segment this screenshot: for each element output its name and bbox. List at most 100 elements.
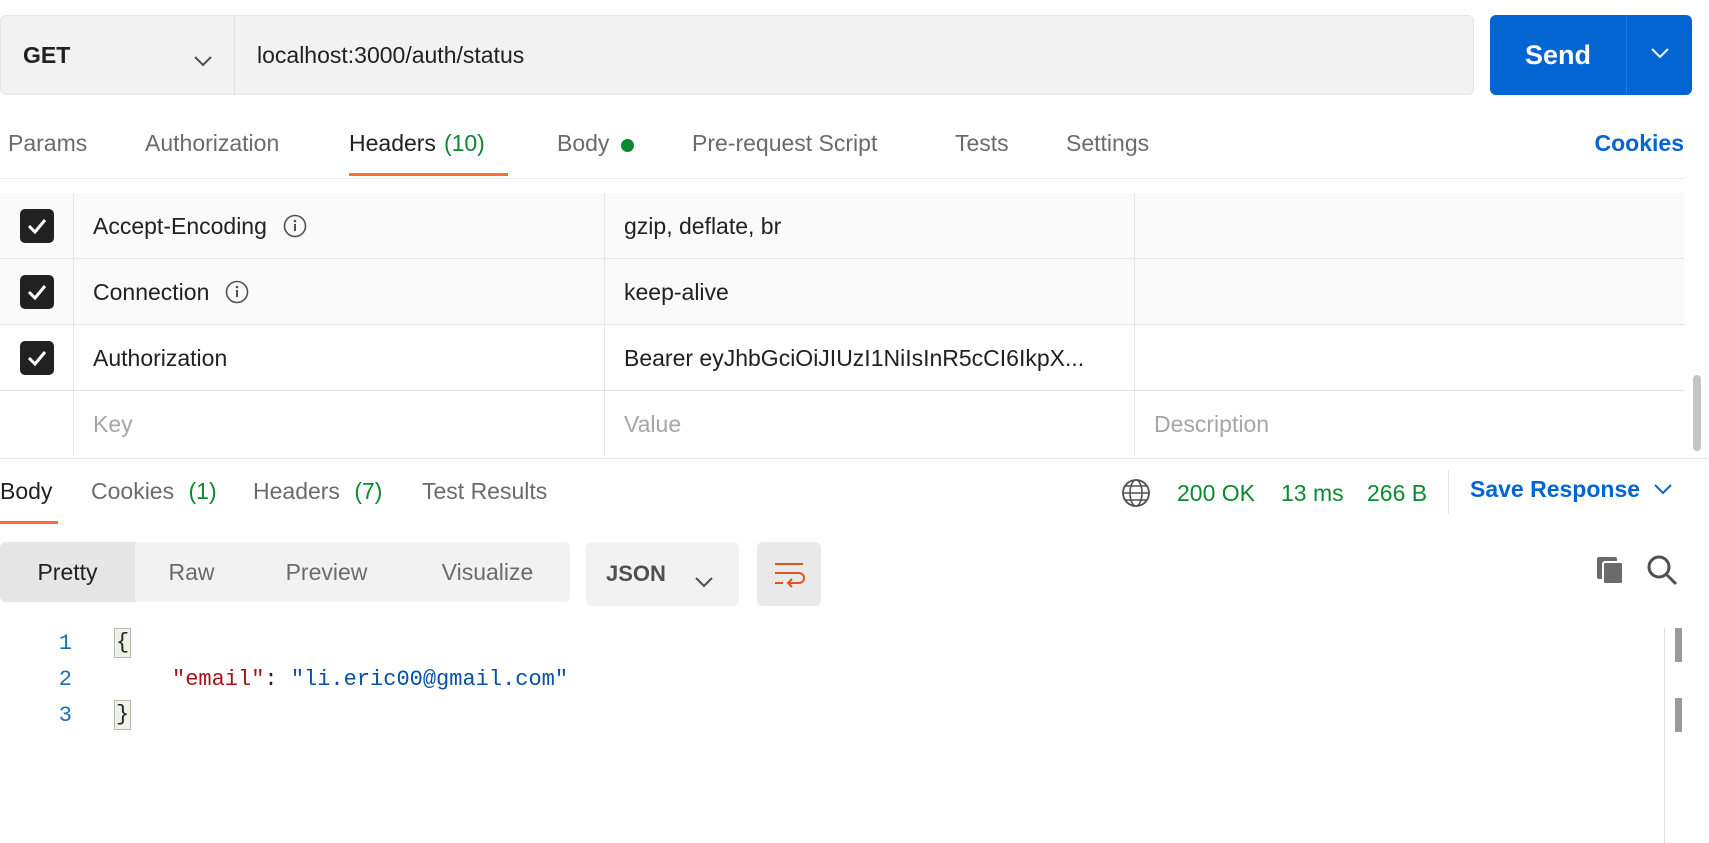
tab-response-body[interactable]: Body xyxy=(0,470,58,524)
scroll-marker xyxy=(1675,628,1682,662)
header-key-text: Accept-Encoding xyxy=(93,212,267,239)
line-number: 2 xyxy=(58,666,72,692)
cookies-link[interactable]: Cookies xyxy=(1595,130,1684,157)
send-button-group: Send xyxy=(1490,15,1692,95)
check-icon xyxy=(27,219,46,235)
tab-label: Body xyxy=(557,130,610,156)
status-code[interactable]: 200 OK xyxy=(1177,476,1255,510)
tab-count: (10) xyxy=(443,130,485,156)
tab-label: Headers xyxy=(349,130,436,156)
tab-label: Body xyxy=(0,478,53,504)
tab-authorization[interactable]: Authorization xyxy=(145,120,279,176)
tab-label: Cookies xyxy=(91,478,175,504)
header-description[interactable] xyxy=(1135,325,1684,391)
request-tabs: Params Authorization Headers (10) Body P… xyxy=(0,120,1709,176)
row-checkbox[interactable] xyxy=(19,275,54,309)
scroll-marker xyxy=(1675,698,1682,732)
chevron-down-icon xyxy=(194,46,212,73)
response-size[interactable]: 266 B xyxy=(1367,476,1427,510)
tab-label: Test Results xyxy=(422,478,548,504)
response-body-code[interactable]: 1 { 2 "email" : "li.eric00@gmail.com" 3 … xyxy=(0,625,1670,843)
headers-table: Accept-Encoding gzip, deflate, br Connec… xyxy=(0,178,1684,458)
wrap-lines-icon xyxy=(775,563,805,588)
tab-tests[interactable]: Tests xyxy=(955,120,1009,176)
view-mode-pretty[interactable]: Pretty xyxy=(0,542,135,602)
row-checkbox-cell xyxy=(0,259,74,325)
format-label: JSON xyxy=(606,561,666,586)
postman-request-view: GET localhost:3000/auth/status Send Para… xyxy=(0,0,1709,843)
url-input[interactable]: localhost:3000/auth/status xyxy=(234,15,1474,95)
method-select[interactable]: GET xyxy=(0,15,234,95)
chevron-down-icon xyxy=(695,568,713,594)
table-row: Authorization Bearer eyJhbGciOiJIUzI1NiI… xyxy=(0,325,1684,391)
description-input[interactable]: Description xyxy=(1135,391,1684,457)
tab-label: Pre-request Script xyxy=(692,130,878,156)
divider xyxy=(0,458,1709,459)
tab-test-results[interactable]: Test Results xyxy=(422,470,547,524)
scrollbar-thumb[interactable] xyxy=(1693,375,1701,451)
json-value: "li.eric00@gmail.com" xyxy=(290,666,569,692)
header-value[interactable]: Bearer eyJhbGciOiJIUzI1NiIsInR5cCI6IkpX.… xyxy=(605,325,1135,391)
header-description[interactable] xyxy=(1135,259,1684,325)
view-mode-raw[interactable]: Raw xyxy=(135,542,248,602)
header-key-text: Connection xyxy=(93,278,210,305)
code-scrollbar[interactable] xyxy=(1664,628,1682,843)
response-tabs: Body Cookies (1) Headers (7) Test Result… xyxy=(0,470,1000,526)
tab-body[interactable]: Body xyxy=(557,120,635,176)
tab-label: Settings xyxy=(1066,130,1150,156)
key-input[interactable]: Key xyxy=(74,391,605,457)
check-icon xyxy=(27,351,46,367)
tab-headers[interactable]: Headers (10) xyxy=(349,120,508,176)
line-number: 3 xyxy=(58,702,72,728)
header-description[interactable] xyxy=(1135,193,1684,259)
row-checkbox-cell xyxy=(0,325,74,391)
search-icon[interactable] xyxy=(1646,554,1678,591)
view-mode-visualize[interactable]: Visualize xyxy=(405,542,570,602)
tab-label: Tests xyxy=(955,130,1009,156)
line-number: 1 xyxy=(58,630,72,656)
tab-response-headers[interactable]: Headers (7) xyxy=(253,470,382,524)
globe-icon[interactable] xyxy=(1121,478,1151,513)
json-separator: : xyxy=(264,666,291,692)
row-checkbox-cell xyxy=(0,391,74,457)
header-value[interactable]: keep-alive xyxy=(605,259,1135,325)
save-response-button[interactable]: Save Response xyxy=(1470,476,1672,503)
value-input[interactable]: Value xyxy=(605,391,1135,457)
tab-pre-request-script[interactable]: Pre-request Script xyxy=(692,120,877,176)
table-row: Connection keep-alive xyxy=(0,259,1684,325)
tab-response-cookies[interactable]: Cookies (1) xyxy=(91,470,217,524)
info-icon[interactable] xyxy=(283,214,307,238)
format-select[interactable]: JSON xyxy=(586,542,739,606)
url-text: localhost:3000/auth/status xyxy=(257,41,525,68)
method-label: GET xyxy=(23,41,71,68)
tab-settings[interactable]: Settings xyxy=(1066,120,1149,176)
divider xyxy=(1448,470,1449,514)
json-key: "email" xyxy=(172,666,265,692)
body-content-dot xyxy=(621,139,635,152)
code-line: 3 } xyxy=(0,697,132,733)
tab-params[interactable]: Params xyxy=(8,120,87,176)
save-response-label: Save Response xyxy=(1470,476,1641,502)
copy-icon[interactable] xyxy=(1594,554,1626,591)
row-checkbox[interactable] xyxy=(19,209,54,243)
response-time[interactable]: 13 ms xyxy=(1281,476,1344,510)
send-button[interactable]: Send xyxy=(1490,15,1627,95)
header-key[interactable]: Accept-Encoding xyxy=(74,193,605,259)
row-checkbox[interactable] xyxy=(19,341,54,375)
header-key[interactable]: Connection xyxy=(74,259,605,325)
tab-label: Headers xyxy=(253,478,340,504)
header-key[interactable]: Authorization xyxy=(74,325,605,391)
info-icon[interactable] xyxy=(225,280,249,304)
header-value[interactable]: gzip, deflate, br xyxy=(605,193,1135,259)
send-options-button[interactable] xyxy=(1627,15,1692,95)
wrap-lines-button[interactable] xyxy=(757,542,821,606)
code-text: { xyxy=(114,628,132,658)
chevron-down-icon xyxy=(1650,46,1669,64)
headers-scrollbar[interactable] xyxy=(1691,185,1703,455)
view-mode-preview[interactable]: Preview xyxy=(248,542,405,602)
tab-label: Params xyxy=(8,130,88,156)
header-key-text: Authorization xyxy=(93,344,228,371)
chevron-down-icon xyxy=(1654,484,1672,495)
code-line: 2 "email" : "li.eric00@gmail.com" xyxy=(0,661,568,697)
table-row: Accept-Encoding gzip, deflate, br xyxy=(0,193,1684,259)
